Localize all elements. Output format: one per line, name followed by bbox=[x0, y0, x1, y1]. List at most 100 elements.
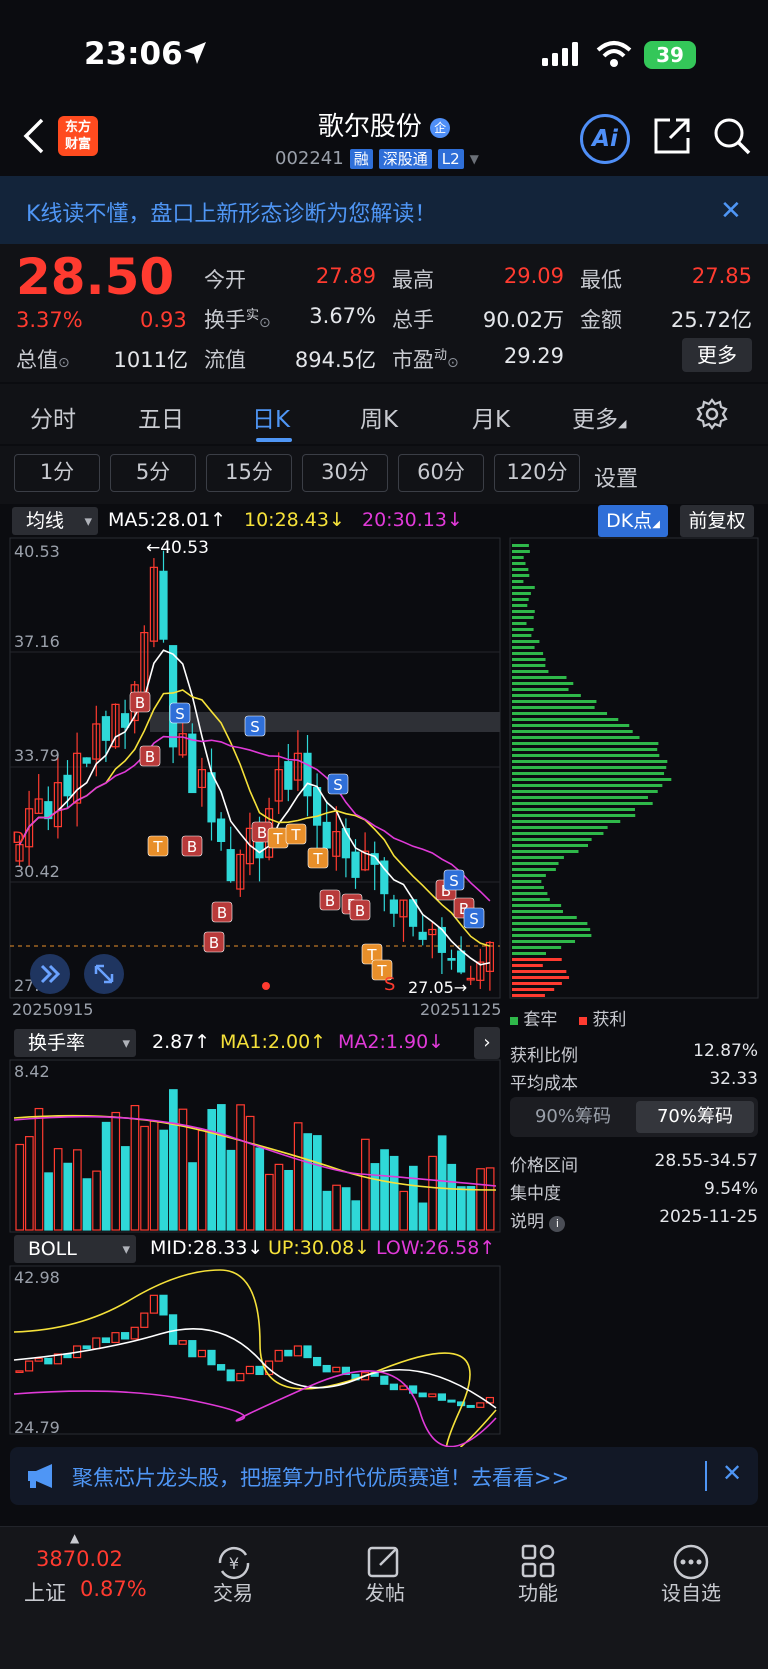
chip-bar bbox=[512, 790, 658, 793]
chip-bar bbox=[512, 598, 529, 601]
more-dots-icon[interactable] bbox=[672, 1543, 710, 1581]
turnover-bar bbox=[53, 1148, 63, 1231]
high-marker: ←40.53 bbox=[146, 538, 209, 558]
chevron-right-icon[interactable]: › bbox=[474, 1027, 500, 1059]
chip-bar bbox=[512, 964, 543, 967]
chip-bar bbox=[512, 934, 592, 937]
turnover-bar bbox=[466, 1186, 476, 1231]
megaphone-icon bbox=[28, 1464, 52, 1488]
chip-bar bbox=[512, 670, 549, 673]
chip-bar bbox=[512, 718, 619, 721]
turnover-ma2-line bbox=[13, 1115, 497, 1187]
chip-bar bbox=[512, 640, 540, 643]
boll-candle bbox=[217, 1364, 226, 1371]
index-value[interactable]: 3870.02 bbox=[36, 1547, 123, 1571]
turnover-bar bbox=[284, 1169, 293, 1231]
boll-panel bbox=[13, 1269, 497, 1455]
boll-candle bbox=[207, 1349, 216, 1366]
turnover-bar bbox=[485, 1167, 495, 1231]
chip-bar bbox=[512, 604, 528, 607]
promo-banner[interactable]: 聚焦芯片龙头股，把握算力时代优质赛道！去看看>> ✕ bbox=[10, 1447, 758, 1505]
chip-bar bbox=[512, 748, 658, 751]
turnover-bar bbox=[140, 1125, 149, 1231]
chip-distribution bbox=[512, 544, 672, 997]
chip-bar bbox=[512, 820, 621, 823]
kline-chart-area[interactable]: BBSTBBBSBTTTBSBBTTBSBS bbox=[0, 0, 768, 1669]
grid-icon[interactable] bbox=[520, 1543, 556, 1579]
chip-bar bbox=[512, 634, 532, 637]
promo-divider bbox=[705, 1461, 707, 1491]
turnover-bar bbox=[130, 1104, 140, 1231]
nav-trade[interactable]: 交易 bbox=[183, 1577, 283, 1606]
turnover-bar bbox=[169, 1089, 178, 1231]
s-label: S bbox=[384, 974, 396, 995]
boll-indicator-selector[interactable]: BOLL bbox=[14, 1235, 136, 1263]
kline-ma-lines bbox=[18, 649, 491, 966]
boll-candle bbox=[332, 1366, 341, 1373]
expand-button[interactable] bbox=[30, 954, 70, 994]
turnover-bar bbox=[82, 1178, 92, 1231]
chip-bar bbox=[512, 676, 567, 679]
turnover-bar bbox=[159, 1129, 169, 1231]
signal-S-label: S bbox=[175, 705, 185, 723]
boll-candle bbox=[82, 1345, 91, 1350]
boll-candle bbox=[322, 1364, 331, 1373]
chip-bar bbox=[512, 988, 555, 991]
candle-body bbox=[169, 645, 178, 748]
boll-candle bbox=[197, 1349, 206, 1358]
nav-watchlist[interactable]: 设自选 bbox=[641, 1577, 741, 1606]
boll-candle bbox=[178, 1340, 187, 1345]
y-label-3: 33.79 bbox=[14, 746, 60, 765]
volume-indicator-selector[interactable]: 换手率 bbox=[14, 1029, 136, 1057]
boll-candle bbox=[389, 1383, 398, 1391]
candle-body bbox=[101, 716, 111, 741]
chip-bar bbox=[512, 958, 562, 961]
boll-candle bbox=[111, 1332, 120, 1344]
turnover-bar bbox=[322, 1190, 332, 1231]
chip-bar bbox=[512, 700, 597, 703]
nav-post[interactable]: 发帖 bbox=[335, 1577, 435, 1606]
turnover-bar bbox=[313, 1135, 322, 1231]
y-label-top: 40.53 bbox=[14, 542, 60, 561]
chip-bar bbox=[512, 778, 672, 781]
chip-bar bbox=[512, 706, 595, 709]
candle-body bbox=[351, 851, 360, 878]
boll-candle bbox=[245, 1365, 254, 1375]
boll-mid: MID:28.33↓ bbox=[150, 1237, 264, 1259]
note-row[interactable]: 说明 i 2025-11-25 bbox=[510, 1207, 758, 1232]
boll-candle bbox=[120, 1332, 130, 1340]
turnover-bar bbox=[25, 1136, 34, 1231]
close-icon[interactable]: ✕ bbox=[722, 1459, 742, 1487]
index-name[interactable]: 上证 bbox=[24, 1577, 66, 1607]
candle-body bbox=[457, 950, 466, 973]
boll-low: LOW:26.58↑ bbox=[376, 1237, 496, 1259]
chip-bar bbox=[512, 610, 535, 613]
concentration-row: 集中度 9.54% bbox=[510, 1179, 758, 1204]
signal-S-label: S bbox=[469, 910, 479, 928]
chip-bar bbox=[512, 994, 545, 997]
turnover-bar bbox=[418, 1202, 428, 1231]
chip-tab-90[interactable]: 90%筹码 bbox=[514, 1101, 632, 1133]
chip-bar bbox=[512, 838, 592, 841]
chip-bar bbox=[512, 544, 529, 547]
index-change[interactable]: 0.87% bbox=[80, 1577, 147, 1601]
chip-bar bbox=[512, 742, 659, 745]
nav-functions[interactable]: 功能 bbox=[488, 1577, 588, 1606]
profit-ratio-row: 获利比例 12.87% bbox=[510, 1041, 758, 1066]
chip-bar bbox=[512, 904, 562, 907]
info-icon: i bbox=[549, 1216, 566, 1232]
chip-bar bbox=[512, 796, 648, 799]
turnover-bar bbox=[197, 1129, 207, 1231]
post-icon[interactable] bbox=[366, 1543, 402, 1579]
chip-tab-70[interactable]: 70%筹码 bbox=[636, 1101, 754, 1133]
fullscreen-button[interactable] bbox=[84, 954, 124, 994]
kline-frame bbox=[9, 537, 501, 999]
turnover-bar bbox=[111, 1111, 121, 1231]
chip-bar bbox=[512, 952, 547, 955]
chip-bar bbox=[512, 886, 544, 889]
boll-candle bbox=[101, 1337, 111, 1344]
chip-bar bbox=[512, 694, 581, 697]
chip-bar bbox=[512, 754, 660, 757]
turnover-bar bbox=[44, 1172, 53, 1231]
signal-B-label: B bbox=[145, 748, 155, 766]
